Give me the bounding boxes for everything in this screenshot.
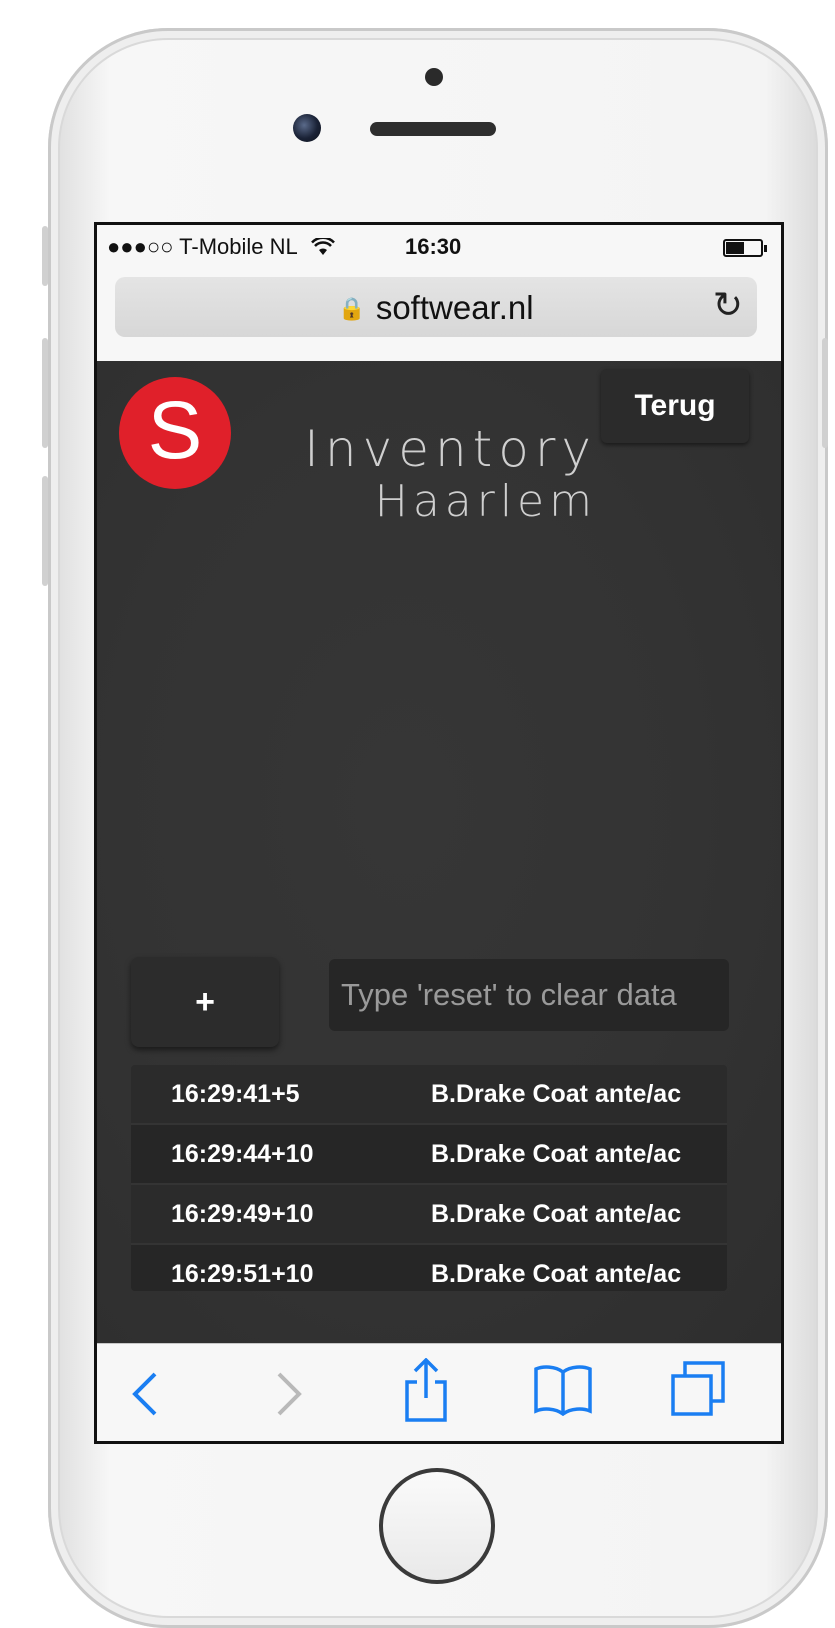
log-time: 16:29:49+10: [171, 1200, 314, 1228]
carrier-label: ●●●○○ T-Mobile NL: [107, 234, 297, 259]
table-row[interactable]: 16:29:41+5 B.Drake Coat ante/ac: [131, 1065, 727, 1125]
add-button[interactable]: +: [131, 957, 279, 1047]
address-bar-area: 🔒 softwear.nl ↻: [97, 269, 781, 362]
table-row[interactable]: 16:29:44+10 B.Drake Coat ante/ac: [131, 1125, 727, 1185]
home-button[interactable]: [379, 1468, 495, 1584]
carrier-signal: ●●●○○ T-Mobile NL: [107, 234, 335, 260]
log-item: B.Drake Coat ante/ac: [431, 1200, 682, 1228]
share-icon[interactable]: [403, 1358, 449, 1424]
scan-log-table: 16:29:41+5 B.Drake Coat ante/ac 16:29:44…: [131, 1065, 727, 1291]
browser-back-icon[interactable]: [129, 1370, 159, 1418]
browser-forward-icon[interactable]: [275, 1370, 305, 1418]
softwear-logo: S: [119, 377, 231, 489]
status-time: 16:30: [405, 234, 462, 259]
wifi-icon: [311, 236, 335, 255]
tabs-icon[interactable]: [669, 1360, 727, 1418]
log-item: B.Drake Coat ante/ac: [431, 1260, 682, 1288]
volume-up-button: [42, 338, 48, 448]
log-time: 16:29:44+10: [171, 1140, 314, 1168]
url-text: softwear.nl: [375, 289, 534, 326]
lock-icon: 🔒: [338, 296, 366, 321]
table-row[interactable]: 16:29:51+10 B.Drake Coat ante/ac: [131, 1245, 727, 1291]
log-item: B.Drake Coat ante/ac: [431, 1140, 682, 1168]
earpiece-speaker: [370, 122, 496, 136]
bookmarks-icon[interactable]: [533, 1364, 593, 1416]
phone-screen: ●●●○○ T-Mobile NL 16:30 🔒 softwear.nl ↻ S…: [94, 222, 784, 1444]
safari-toolbar: [97, 1343, 781, 1441]
address-bar[interactable]: 🔒 softwear.nl ↻: [115, 277, 757, 337]
power-button: [822, 338, 828, 448]
url-display[interactable]: 🔒 softwear.nl: [115, 289, 757, 327]
app-title-line1: Inventory: [304, 420, 597, 478]
log-time: 16:29:41+5: [171, 1080, 300, 1108]
mute-switch: [42, 226, 48, 286]
table-row[interactable]: 16:29:49+10 B.Drake Coat ante/ac: [131, 1185, 727, 1245]
web-content: S Inventory Haarlem Terug + 16:29:41+5 B…: [97, 361, 781, 1343]
proximity-sensor: [425, 68, 443, 86]
back-button[interactable]: Terug: [601, 369, 749, 443]
app-title-line2: Haarlem: [374, 476, 597, 527]
app-title: Inventory Haarlem: [267, 421, 597, 527]
log-item: B.Drake Coat ante/ac: [431, 1080, 682, 1108]
command-input[interactable]: [329, 959, 729, 1031]
front-camera: [293, 114, 321, 142]
log-time: 16:29:51+10: [171, 1260, 314, 1288]
battery-icon: [723, 239, 767, 257]
volume-down-button: [42, 476, 48, 586]
status-bar: ●●●○○ T-Mobile NL 16:30: [97, 225, 781, 269]
reload-icon[interactable]: ↻: [713, 285, 743, 326]
